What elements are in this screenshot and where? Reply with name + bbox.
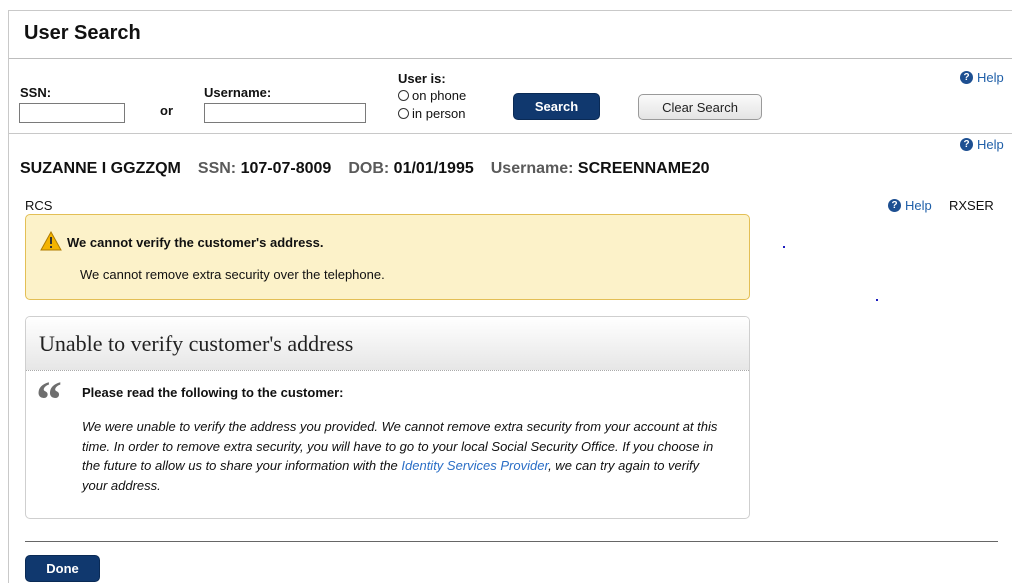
stray-dot bbox=[876, 299, 878, 301]
identity-services-provider-link[interactable]: Identity Services Provider bbox=[401, 458, 548, 473]
help-link-search[interactable]: ? Help bbox=[960, 70, 1004, 85]
help-link-user[interactable]: ? Help bbox=[960, 137, 1004, 152]
done-button[interactable]: Done bbox=[25, 555, 100, 582]
search-button[interactable]: Search bbox=[513, 93, 600, 120]
section-code-right: RXSER bbox=[949, 198, 994, 213]
warning-icon bbox=[40, 231, 62, 251]
alert-heading: We cannot verify the customer's address. bbox=[67, 235, 324, 250]
username-value: SCREENNAME20 bbox=[577, 160, 710, 177]
divider bbox=[9, 133, 1012, 134]
panel-title: Unable to verify customer's address bbox=[39, 331, 354, 356]
question-icon: ? bbox=[960, 138, 973, 151]
page-title: User Search bbox=[24, 22, 141, 44]
username-input[interactable] bbox=[204, 103, 366, 123]
user-info-line: SUZANNE I GGZZQM SSN: 107-07-8009 DOB: 01/… bbox=[20, 160, 710, 178]
user-full-name: SUZANNE I GGZZQM bbox=[20, 160, 181, 177]
username-key: Username: bbox=[490, 160, 574, 177]
stray-dot bbox=[783, 246, 785, 248]
ssn-label: SSN: bbox=[20, 85, 52, 100]
radio-circle-icon[interactable] bbox=[398, 90, 409, 101]
help-label: Help bbox=[905, 198, 932, 213]
help-label: Help bbox=[977, 70, 1004, 85]
radio-circle-icon[interactable] bbox=[398, 108, 409, 119]
or-label: or bbox=[160, 103, 173, 118]
alert-body: We cannot remove extra security over the… bbox=[80, 267, 385, 282]
dob-key: DOB: bbox=[348, 160, 390, 177]
user-is-label: User is: bbox=[398, 71, 446, 86]
divider bbox=[9, 58, 1012, 59]
quote-icon: “ bbox=[36, 372, 62, 429]
read-heading: Please read the following to the custome… bbox=[82, 385, 344, 400]
ssn-value: 107-07-8009 bbox=[240, 160, 332, 177]
dob-value: 01/01/1995 bbox=[393, 160, 474, 177]
ssn-key: SSN: bbox=[197, 160, 237, 177]
warning-alert: We cannot verify the customer's address.… bbox=[25, 214, 750, 300]
radio-on-phone[interactable]: on phone bbox=[398, 88, 466, 103]
clear-search-button[interactable]: Clear Search bbox=[638, 94, 762, 120]
radio-in-person-label: in person bbox=[412, 106, 466, 121]
help-label: Help bbox=[977, 137, 1004, 152]
question-icon: ? bbox=[888, 199, 901, 212]
section-code-left: RCS bbox=[25, 198, 53, 213]
username-label: Username: bbox=[204, 85, 272, 100]
radio-on-phone-label: on phone bbox=[412, 88, 467, 103]
footer-divider bbox=[25, 541, 998, 542]
script-panel: Unable to verify customer's address “ Pl… bbox=[25, 316, 750, 519]
radio-in-person[interactable]: in person bbox=[398, 106, 465, 121]
help-link-section[interactable]: ? Help bbox=[888, 198, 932, 213]
ssn-input[interactable] bbox=[19, 103, 125, 123]
question-icon: ? bbox=[960, 71, 973, 84]
read-body: We were unable to verify the address you… bbox=[82, 417, 722, 495]
